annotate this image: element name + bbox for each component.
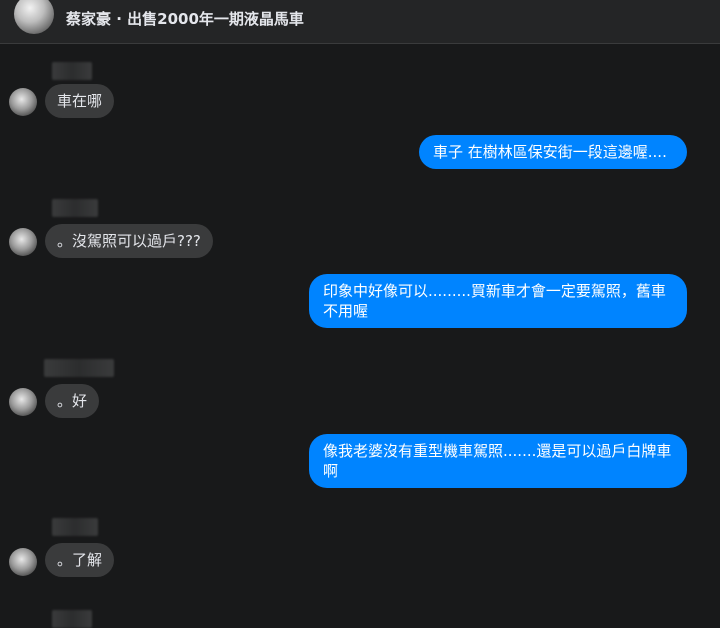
message-outgoing: 印象中好像可以.........買新車才會一定要駕照，舊車不用喔 [309,274,687,328]
message-incoming: 。了解 [45,543,115,577]
message-incoming: 車在哪 [45,84,115,118]
sender-name-redacted [52,62,92,80]
sender-avatar[interactable] [9,548,37,576]
sender-avatar[interactable] [9,228,37,256]
message-incoming: 。沒駕照可以過戶??? [45,224,213,258]
sender-name-redacted [52,610,92,628]
sender-name-redacted [52,199,98,217]
sender-name-redacted [44,359,114,377]
sender-avatar[interactable] [9,88,37,116]
contact-avatar[interactable] [14,0,54,34]
sender-avatar[interactable] [9,388,37,416]
message-outgoing: 車子 在樹林區保安街一段這邊喔.... [419,135,687,169]
message-incoming: 。好 [45,384,100,418]
sender-name-redacted [52,518,98,536]
message-outgoing: 像我老婆沒有重型機車駕照.......還是可以過戶白牌車啊 [309,434,687,488]
chat-header: 蔡家豪 · 出售2000年一期液晶馬車 [0,0,720,44]
conversation-title[interactable]: 蔡家豪 · 出售2000年一期液晶馬車 [66,8,304,29]
